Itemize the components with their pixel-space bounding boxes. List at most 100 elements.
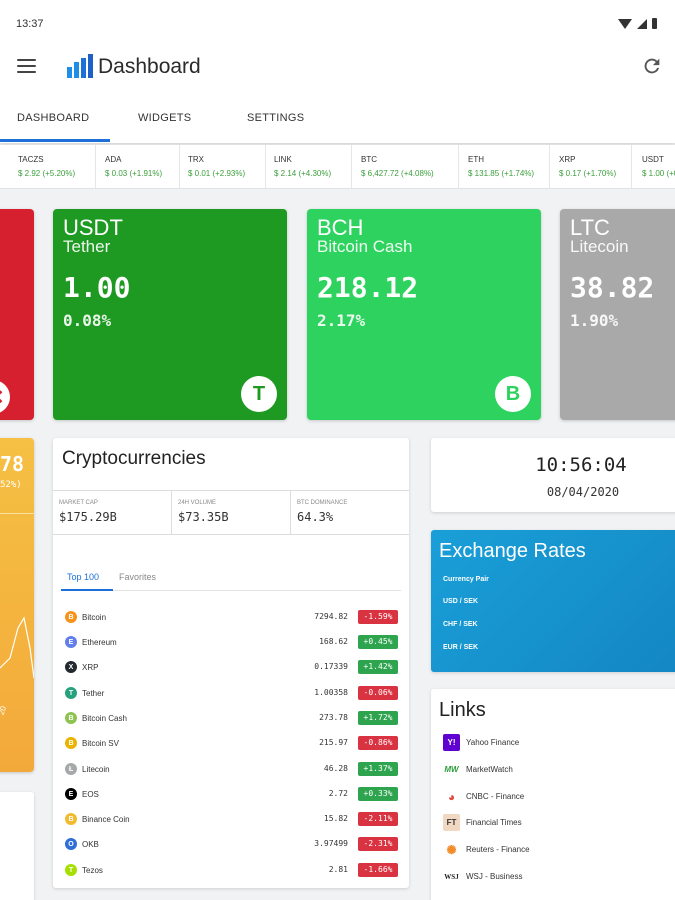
- exchange-rates-panel: Exchange Rates Currency Pair USD / SEK C…: [431, 530, 675, 672]
- partial-card: [0, 792, 34, 900]
- coin-change: 2.17%: [317, 311, 366, 330]
- coin-card-usdt[interactable]: USDT Tether 1.00 0.08% T: [53, 209, 287, 420]
- ticker-item[interactable]: TACZS $ 2.92 (+5.20%): [0, 145, 96, 188]
- cnbc-icon: ◕: [443, 788, 460, 805]
- crypto-price: 46.28: [323, 764, 348, 773]
- crypto-price: 273.78: [319, 713, 348, 722]
- tab-favorites[interactable]: Favorites: [119, 572, 156, 582]
- link-marketwatch[interactable]: MW MarketWatch: [443, 761, 643, 779]
- link-cnbc-finance[interactable]: ◕ CNBC - Finance: [443, 788, 643, 806]
- ticker-value: $ 0.03 (+1.91%): [105, 169, 163, 178]
- status-bar: 13:37: [0, 0, 675, 40]
- link-financial-times[interactable]: FT Financial Times: [443, 814, 643, 832]
- crypto-row[interactable]: O OKB 3.97499 -2.31%: [65, 836, 398, 854]
- crypto-row[interactable]: T Tether 1.00358 -0.06%: [65, 685, 398, 703]
- link-label: WSJ - Business: [466, 872, 523, 881]
- partial-change: 52%): [0, 480, 22, 490]
- link-label: Yahoo Finance: [466, 738, 520, 747]
- crypto-row[interactable]: E EOS 2.72 +0.33%: [65, 786, 398, 804]
- partial-axis-label: 20: [0, 704, 9, 717]
- link-label: CNBC - Finance: [466, 792, 525, 801]
- ticker-symbol: LINK: [274, 155, 292, 164]
- tab-dashboard[interactable]: DASHBOARD: [17, 112, 89, 124]
- coin-price: 38.82: [570, 271, 655, 304]
- currency-pair[interactable]: CHF / SEK: [443, 621, 478, 628]
- crypto-name: OKB: [82, 840, 99, 849]
- stat-value: 64.3%: [297, 510, 334, 524]
- price-ticker: TACZS $ 2.92 (+5.20%) ADA $ 0.03 (+1.91%…: [0, 145, 675, 189]
- sparkline: [0, 616, 34, 679]
- xrp-icon: ✕: [0, 380, 10, 414]
- coin-card-bch[interactable]: BCH Bitcoin Cash 218.12 2.17% B: [307, 209, 541, 420]
- bitcoin-sv-icon: B: [65, 737, 77, 749]
- link-reuters-finance[interactable]: ✺ Reuters - Finance: [443, 841, 643, 859]
- coin-chart-card[interactable]: 78 52%) 20: [0, 438, 34, 772]
- clock-panel: 10:56:04 08/04/2020: [431, 438, 675, 512]
- crypto-row[interactable]: X XRP 0.17339 +1.42%: [65, 659, 398, 677]
- status-time: 13:37: [16, 18, 44, 30]
- crypto-name: XRP: [82, 663, 99, 672]
- stat-label: MARKET CAP: [59, 500, 98, 506]
- crypto-change: +1.37%: [358, 762, 398, 776]
- ticker-value: $ 0.01 (+2.93%): [188, 169, 246, 178]
- tab-bar: DASHBOARD WIDGETS SETTINGS: [0, 95, 675, 143]
- stat-market-cap: MARKET CAP $175.29B: [53, 491, 172, 534]
- ticker-value: $ 0.17 (+1.70%): [559, 169, 617, 178]
- crypto-row[interactable]: E Ethereum 168.62 +0.45%: [65, 634, 398, 652]
- app-title: Dashboard: [98, 55, 201, 78]
- stat-value: $175.29B: [59, 510, 117, 524]
- ticker-item[interactable]: ADA $ 0.03 (+1.91%): [96, 145, 180, 188]
- crypto-row[interactable]: B Bitcoin 7294.82 -1.59%: [65, 609, 398, 627]
- marketwatch-icon: MW: [443, 761, 460, 778]
- battery-icon: [652, 18, 657, 29]
- ticker-symbol: ADA: [105, 155, 122, 164]
- tab-top-100[interactable]: Top 100: [67, 572, 99, 582]
- crypto-change: -0.06%: [358, 686, 398, 700]
- sub-tab-indicator: [61, 589, 113, 591]
- currency-pair[interactable]: USD / SEK: [443, 598, 478, 605]
- ticker-item[interactable]: TRX $ 0.01 (+2.93%): [180, 145, 266, 188]
- ticker-item[interactable]: BTC $ 6,427.72 (+4.08%): [352, 145, 459, 188]
- wsj-icon: WSJ: [443, 868, 460, 885]
- crypto-change: -1.66%: [358, 863, 398, 877]
- litecoin-icon: Ł: [65, 763, 77, 775]
- app-bar: Dashboard: [0, 40, 675, 95]
- ticker-item[interactable]: ETH $ 131.85 (+1.74%): [459, 145, 550, 188]
- crypto-change: -1.59%: [358, 610, 398, 624]
- crypto-row[interactable]: Ł Litecoin 46.28 +1.37%: [65, 761, 398, 779]
- tab-settings[interactable]: SETTINGS: [247, 112, 304, 124]
- partial-price: 78: [0, 452, 25, 476]
- crypto-row[interactable]: B Bitcoin Cash 273.78 +1.72%: [65, 710, 398, 728]
- crypto-price: 15.82: [323, 814, 348, 823]
- ticker-item[interactable]: LINK $ 2.14 (+4.30%): [266, 145, 352, 188]
- link-label: MarketWatch: [466, 765, 513, 774]
- coin-name: Litecoin: [570, 237, 629, 256]
- crypto-name: Tether: [82, 689, 105, 698]
- currency-pair[interactable]: EUR / SEK: [443, 644, 478, 651]
- active-tab-indicator: [0, 139, 110, 142]
- crypto-name: Litecoin: [82, 765, 110, 774]
- coin-card-ltc[interactable]: LTC Litecoin 38.82 1.90%: [560, 209, 675, 420]
- crypto-row[interactable]: B Bitcoin SV 215.97 -0.86%: [65, 735, 398, 753]
- coin-price: 1.00: [63, 271, 131, 304]
- coin-name: Bitcoin Cash: [317, 237, 413, 256]
- coin-card-xrp[interactable]: ✕: [0, 209, 34, 420]
- crypto-row[interactable]: T Tezos 2.81 -1.66%: [65, 862, 398, 880]
- crypto-change: +0.45%: [358, 635, 398, 649]
- refresh-icon[interactable]: [641, 55, 663, 77]
- crypto-row[interactable]: B Binance Coin 15.82 -2.11%: [65, 811, 398, 829]
- ticker-item[interactable]: USDT $ 1.00 (+0.08%): [632, 145, 675, 188]
- clock-date: 08/04/2020: [546, 485, 620, 499]
- link-wsj-business[interactable]: WSJ WSJ - Business: [443, 868, 643, 886]
- link-yahoo-finance[interactable]: Y! Yahoo Finance: [443, 734, 643, 752]
- ticker-item[interactable]: XRP $ 0.17 (+1.70%): [550, 145, 632, 188]
- crypto-price: 215.97: [319, 738, 348, 747]
- crypto-price: 0.17339: [314, 662, 348, 671]
- crypto-change: +0.33%: [358, 787, 398, 801]
- okb-icon: O: [65, 838, 77, 850]
- tab-widgets[interactable]: WIDGETS: [138, 112, 191, 124]
- crypto-change: -0.86%: [358, 736, 398, 750]
- menu-icon[interactable]: [17, 59, 36, 73]
- ticker-symbol: USDT: [642, 155, 664, 164]
- ticker-symbol: XRP: [559, 155, 576, 164]
